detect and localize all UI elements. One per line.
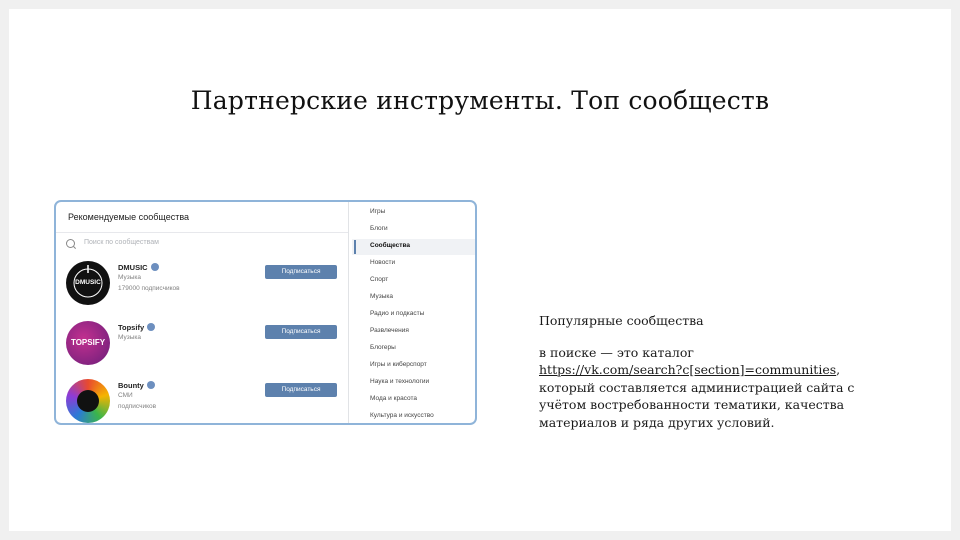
menu-item[interactable]: Развлечения (370, 327, 409, 334)
menu-item[interactable]: Мода и красота (370, 395, 417, 402)
caption-body: в поиске — это каталог https://vk.com/se… (539, 344, 879, 432)
menu-item[interactable]: Спорт (370, 276, 388, 283)
vk-screenshot: Рекомендуемые сообщества Поиск по сообще… (54, 200, 477, 425)
slide-title: Партнерские инструменты. Топ сообществ (190, 86, 770, 115)
search-bar[interactable]: Поиск по сообществам (66, 238, 336, 252)
menu-item[interactable]: Игры и киберспорт (370, 361, 427, 368)
caption-rest: который составляется администрацией сайт… (539, 379, 855, 430)
community-name[interactable]: Topsify (118, 323, 156, 332)
caption: Популярные сообщества в поиске — это кат… (539, 312, 879, 431)
community-subscribers: 179000 подписчиков (118, 285, 180, 292)
panel-divider (348, 202, 349, 423)
community-name[interactable]: Bounty (118, 381, 155, 390)
menu-item[interactable]: Культура и искусство (370, 412, 434, 419)
menu-item[interactable]: Музыка (370, 293, 393, 300)
community-name[interactable]: DMUSIC (118, 263, 159, 272)
community-category: СМИ (118, 392, 133, 399)
search-input[interactable]: Поиск по сообществам (84, 239, 159, 246)
community-category: Музыка (118, 274, 141, 281)
recommended-communities-panel: Рекомендуемые сообщества Поиск по сообще… (56, 202, 348, 423)
caption-line1: в поиске — это каталог (539, 344, 694, 360)
avatar-label: DMUSIC (75, 279, 101, 286)
menu-item[interactable]: Сообщества (370, 242, 410, 249)
subscribe-button[interactable]: Подписаться (265, 265, 337, 279)
subscribe-button[interactable]: Подписаться (265, 383, 337, 397)
menu-item[interactable]: Наука и технологии (370, 378, 429, 385)
community-item[interactable]: DMUSIC DMUSIC Музыка 179000 подписчиков … (66, 261, 346, 307)
menu-item[interactable]: Блогеры (370, 344, 396, 351)
subscribe-button[interactable]: Подписаться (265, 325, 337, 339)
verified-icon (150, 263, 159, 271)
community-subscribers: подписчиков (118, 403, 157, 410)
verified-icon (147, 323, 156, 331)
community-item[interactable]: TOPSIFY Topsify Музыка Подписаться (66, 321, 346, 367)
community-avatar: DMUSIC (66, 261, 110, 305)
link-suffix: , (836, 362, 841, 377)
menu-item[interactable]: Радио и подкасты (370, 310, 424, 317)
category-menu: Игры Блоги Сообщества Новости Спорт Музыка Рад… (352, 202, 475, 423)
avatar-label: TOPSIFY (70, 338, 106, 347)
menu-active-indicator (354, 240, 356, 254)
menu-item[interactable]: Новости (370, 259, 395, 266)
community-item[interactable]: Bounty СМИ подписчиков Подписаться (66, 379, 346, 423)
community-avatar: TOPSIFY (66, 321, 110, 365)
panel-header: Рекомендуемые сообщества (68, 212, 190, 222)
verified-icon (146, 381, 155, 389)
header-divider (56, 232, 348, 233)
catalog-link[interactable]: https://vk.com/search?c[section]=communi… (539, 362, 836, 377)
menu-item[interactable]: Игры (370, 208, 385, 215)
community-avatar (66, 379, 110, 423)
caption-heading: Популярные сообщества (539, 313, 704, 328)
avatar-center (77, 390, 99, 412)
menu-item[interactable]: Блоги (370, 225, 388, 232)
community-category: Музыка (118, 334, 141, 341)
search-icon (66, 239, 75, 248)
